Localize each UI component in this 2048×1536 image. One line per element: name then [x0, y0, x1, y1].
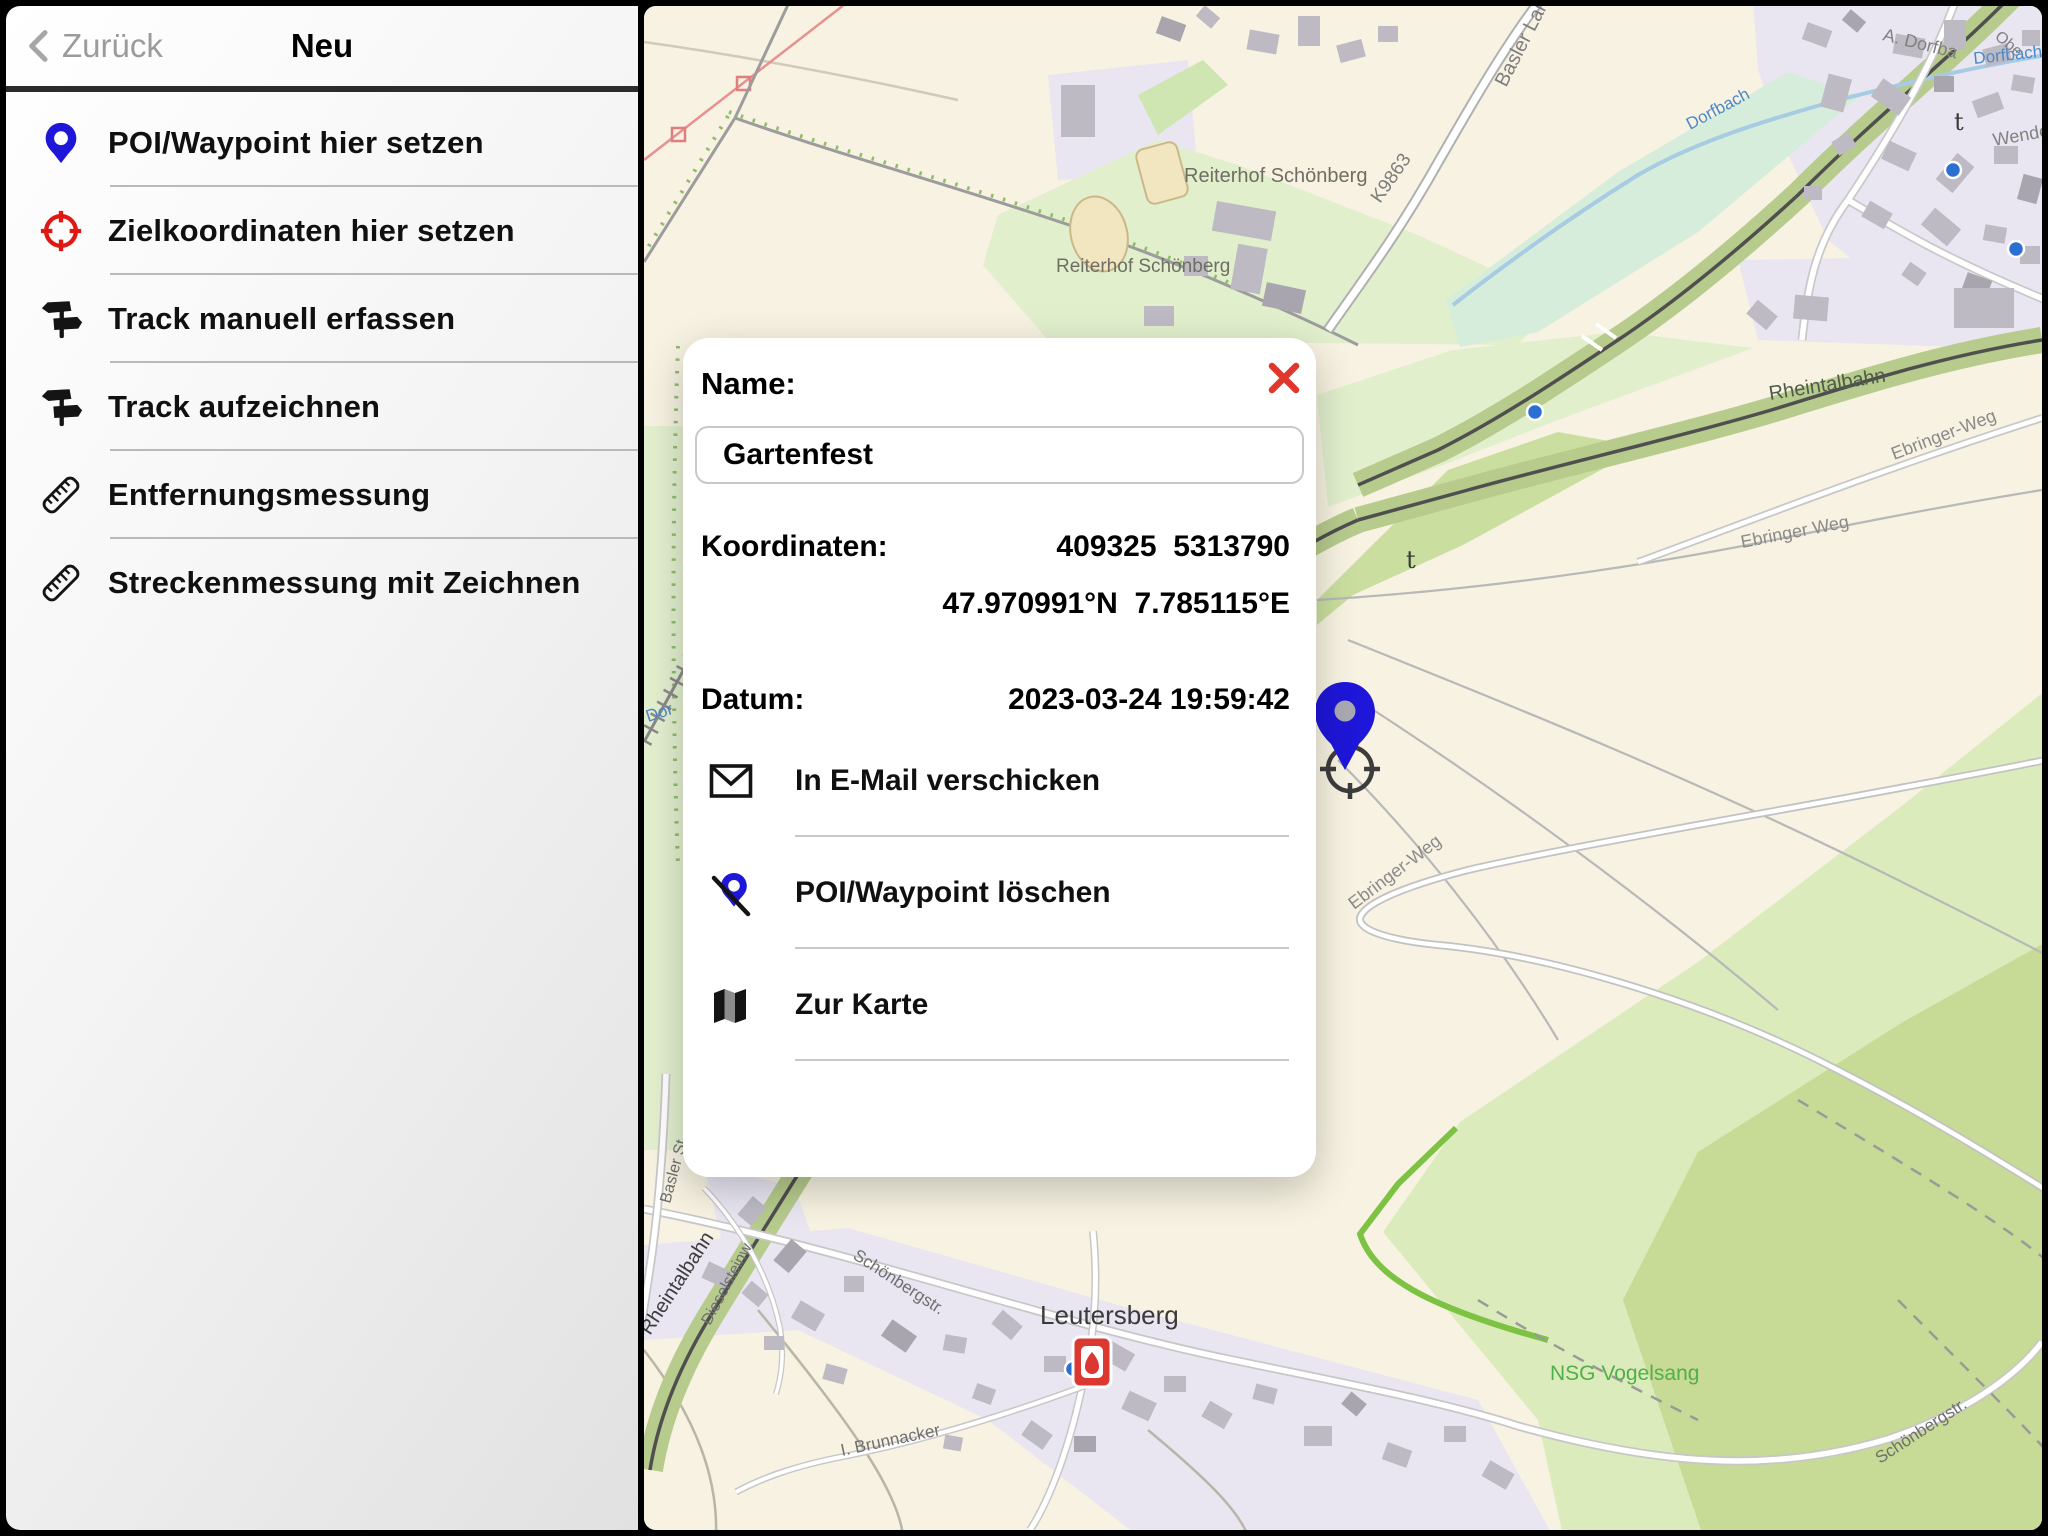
menu-item-track-manual[interactable]: Track manuell erfassen	[6, 275, 638, 363]
dialog-actions: In E-Mail verschicken POI/Waypoint lösch…	[683, 725, 1316, 1061]
menu-item-label: Zielkoordinaten hier setzen	[108, 213, 515, 249]
map-view[interactable]: Reiterhof SchönbergReiterhof SchönbergBa…	[644, 6, 2042, 1530]
target-icon	[38, 208, 84, 254]
pin-icon	[38, 120, 84, 166]
action-label: In E-Mail verschicken	[795, 764, 1100, 798]
menu-item-label: POI/Waypoint hier setzen	[108, 125, 484, 161]
name-input[interactable]	[695, 426, 1304, 484]
delete-pin-icon	[707, 869, 755, 917]
map-label: t	[1406, 546, 1416, 574]
menu-item-route-draw[interactable]: Streckenmessung mit Zeichnen	[6, 539, 638, 627]
date-value: 2023-03-24 19:59:42	[1008, 683, 1290, 717]
close-icon[interactable]	[1260, 354, 1308, 402]
app-window: Zurück Neu POI/Waypoint hier setzen Ziel…	[0, 0, 2048, 1536]
coordinates-label: Koordinaten:	[701, 530, 888, 564]
menu-item-distance[interactable]: Entfernungsmessung	[6, 451, 638, 539]
back-button[interactable]: Zurück	[20, 6, 163, 86]
coordinates-deg-value: 47.970991°N 7.785115°E	[942, 587, 1290, 621]
ruler-icon	[38, 472, 84, 518]
map-label: Leutersberg	[1040, 1300, 1179, 1330]
signpost-icon	[38, 296, 84, 342]
back-chevron-icon	[20, 26, 60, 66]
menu-item-set-poi[interactable]: POI/Waypoint hier setzen	[6, 99, 638, 187]
map-label: Reiterhof Schönberg	[1184, 165, 1367, 187]
email-icon	[707, 757, 755, 805]
ruler-icon	[38, 560, 84, 606]
map-label: NSG Vogelsang	[1550, 1362, 1699, 1385]
date-label: Datum:	[701, 683, 804, 717]
send-email-button[interactable]: In E-Mail verschicken	[683, 725, 1316, 837]
map-icon	[707, 981, 755, 1029]
waypoint-dialog: Name: Koordinaten: 409325 5313790 47.970…	[683, 338, 1316, 1177]
menu-item-label: Track aufzeichnen	[108, 389, 380, 425]
menu-item-label: Track manuell erfassen	[108, 301, 455, 337]
back-button-label: Zurück	[62, 27, 163, 65]
map-label: t	[1954, 108, 1964, 136]
menu-item-label: Streckenmessung mit Zeichnen	[108, 565, 580, 601]
coordinates-utm-value: 409325 5313790	[1056, 530, 1290, 564]
fire-station-icon	[1073, 1337, 1111, 1387]
name-label: Name:	[701, 366, 796, 402]
action-label: Zur Karte	[795, 988, 928, 1022]
sidebar-menu: POI/Waypoint hier setzen Zielkoordinaten…	[6, 99, 638, 627]
menu-item-set-target[interactable]: Zielkoordinaten hier setzen	[6, 187, 638, 275]
go-to-map-button[interactable]: Zur Karte	[683, 949, 1316, 1061]
sidebar-header: Zurück Neu	[6, 6, 638, 92]
delete-waypoint-button[interactable]: POI/Waypoint löschen	[683, 837, 1316, 949]
menu-item-label: Entfernungsmessung	[108, 477, 430, 513]
sidebar: Zurück Neu POI/Waypoint hier setzen Ziel…	[6, 6, 638, 1530]
signpost-icon	[38, 384, 84, 430]
action-label: POI/Waypoint löschen	[795, 876, 1111, 910]
map-label: Reiterhof Schönberg	[1056, 256, 1230, 277]
menu-item-track-record[interactable]: Track aufzeichnen	[6, 363, 638, 451]
